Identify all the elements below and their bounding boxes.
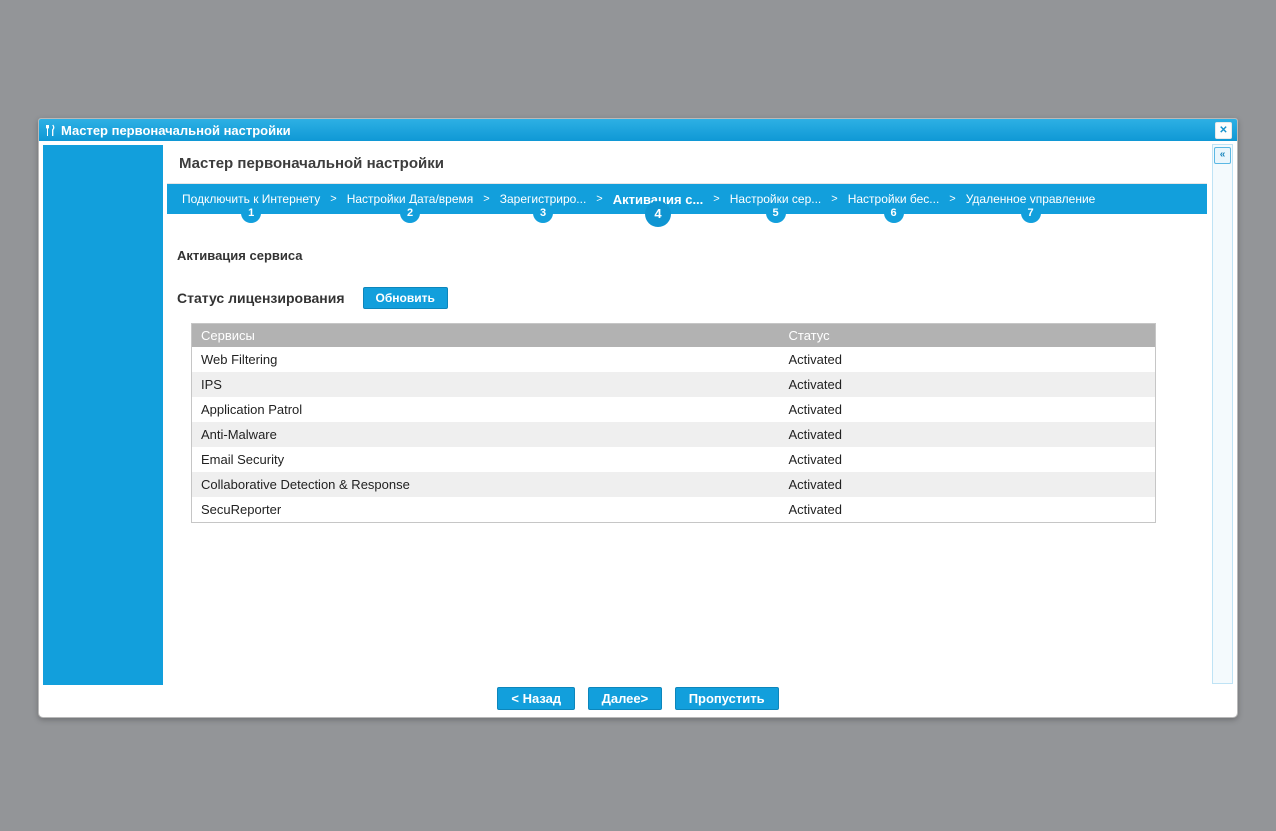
collapse-panel: « — [1212, 144, 1233, 684]
table-row: Collaborative Detection & Response Activ… — [191, 472, 1156, 497]
window-titlebar: Мастер первоначальной настройки ✕ — [39, 119, 1237, 141]
wizard-step-bar: Подключить к Интернету 1 > Настройки Дат… — [167, 184, 1207, 227]
chevron-right-icon: > — [949, 193, 956, 205]
service-name-cell: IPS — [201, 377, 222, 392]
next-button[interactable]: Далее> — [587, 687, 663, 710]
service-name-cell: SecuReporter — [201, 502, 282, 517]
collapse-button[interactable]: « — [1214, 147, 1231, 164]
window-title: Мастер первоначальной настройки — [61, 122, 291, 138]
step-remote-management[interactable]: Удаленное управление 7 — [957, 184, 1105, 223]
step-number-badge: 4 — [645, 201, 672, 227]
chevron-right-icon: > — [330, 193, 337, 205]
license-status-heading: Статус лицензирования — [177, 290, 345, 306]
step-wireless-settings[interactable]: Настройки бес... 6 — [839, 184, 949, 223]
step-number-badge: 5 — [765, 203, 786, 223]
step-service-settings[interactable]: Настройки сер... 5 — [721, 184, 831, 223]
wizard-content: Активация сервиса Статус лицензирования … — [167, 248, 1207, 523]
license-status-table: Сервисы Статус Web Filtering Activated I… — [191, 323, 1156, 523]
close-icon[interactable]: ✕ — [1215, 121, 1232, 139]
license-status-row: Статус лицензирования Обновить — [177, 287, 1207, 309]
service-status-cell: Activated — [788, 402, 842, 417]
step-number-badge: 1 — [241, 203, 262, 223]
service-status-cell: Activated — [788, 502, 842, 517]
step-connect-internet[interactable]: Подключить к Интернету 1 — [173, 184, 329, 223]
desktop-background: { "window": { "title": "Мастер первонача… — [0, 0, 1276, 831]
chevron-right-icon: > — [596, 193, 603, 205]
wizard-utensils-icon — [44, 124, 56, 137]
chevron-right-icon: > — [483, 193, 490, 205]
wizard-main: Мастер первоначальной настройки Подключи… — [167, 141, 1207, 523]
skip-button[interactable]: Пропустить — [674, 687, 779, 710]
table-row: Web Filtering Activated — [191, 347, 1156, 372]
service-name-cell: Collaborative Detection & Response — [201, 477, 410, 492]
wizard-sidebar — [43, 145, 163, 685]
table-row: IPS Activated — [191, 372, 1156, 397]
table-row: Application Patrol Activated — [191, 397, 1156, 422]
back-button[interactable]: < Назад — [497, 687, 576, 710]
service-status-cell: Activated — [788, 477, 842, 492]
step-date-time[interactable]: Настройки Дата/время 2 — [338, 184, 483, 223]
service-status-cell: Activated — [788, 427, 842, 442]
service-status-cell: Activated — [788, 452, 842, 467]
step-registration[interactable]: Зарегистриро... 3 — [491, 184, 596, 223]
service-status-cell: Activated — [788, 352, 842, 367]
service-status-cell: Activated — [788, 377, 842, 392]
step-number-badge: 7 — [1020, 203, 1041, 223]
service-name-cell: Web Filtering — [201, 352, 278, 367]
table-row: SecuReporter Activated — [191, 497, 1156, 523]
service-name-cell: Email Security — [201, 452, 285, 467]
column-header-status: Статус — [779, 323, 1156, 347]
step-service-activation[interactable]: Активация с... 4 — [604, 184, 713, 227]
window-body: « Мастер первоначальной настройки Подклю… — [39, 141, 1237, 715]
step-number-badge: 2 — [400, 203, 420, 223]
page-title: Мастер первоначальной настройки — [167, 141, 1207, 184]
wizard-footer: < Назад Далее> Пропустить — [39, 687, 1237, 710]
wizard-window: Мастер первоначальной настройки ✕ « Маст… — [38, 118, 1238, 718]
step-number-badge: 3 — [533, 203, 553, 223]
service-name-cell: Anti-Malware — [201, 427, 277, 442]
step-number-badge: 6 — [883, 203, 904, 223]
table-row: Email Security Activated — [191, 447, 1156, 472]
chevron-right-icon: > — [713, 193, 720, 205]
chevron-right-icon: > — [831, 193, 838, 205]
table-header-row: Сервисы Статус — [191, 323, 1156, 347]
section-heading: Активация сервиса — [177, 248, 303, 263]
table-row: Anti-Malware Activated — [191, 422, 1156, 447]
refresh-button[interactable]: Обновить — [362, 287, 448, 309]
service-name-cell: Application Patrol — [201, 402, 303, 417]
column-header-services: Сервисы — [191, 323, 780, 347]
